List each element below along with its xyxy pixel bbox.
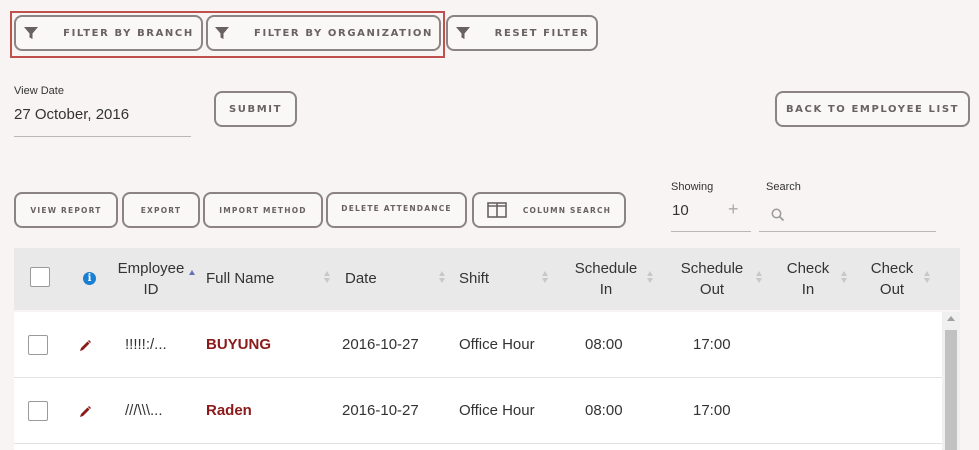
sort-icon[interactable] <box>439 271 445 283</box>
header-date[interactable]: Date <box>345 268 377 289</box>
showing-label: Showing <box>671 181 714 193</box>
table-row[interactable]: ///\\\... Raden 2016-10-27 Office Hour 0… <box>14 378 942 444</box>
schedule-out-cell: 17:00 <box>693 336 731 353</box>
select-all-checkbox[interactable] <box>30 267 50 287</box>
table-row[interactable]: !!!!!:/... BUYUNG 2016-10-27 Office Hour… <box>14 312 942 378</box>
sort-icon[interactable] <box>542 271 548 283</box>
reset-filter-button[interactable]: RESET FILTER <box>446 15 598 51</box>
header-employee-id-line2: ID <box>143 281 159 298</box>
search-icon <box>771 208 785 222</box>
row-checkbox[interactable] <box>28 335 48 355</box>
scrollbar-thumb[interactable] <box>945 330 957 450</box>
employee-id-cell: ///\\\... <box>125 402 163 419</box>
import-method-label: IMPORT METHOD <box>219 205 307 215</box>
date-cell: 2016-10-27 <box>342 336 419 353</box>
showing-underline <box>671 231 751 232</box>
date-cell: 2016-10-27 <box>342 402 419 419</box>
header-schedule-in-line2: In <box>599 281 613 298</box>
view-date-label: View Date <box>14 85 64 97</box>
employee-id-cell: !!!!!:/... <box>125 336 167 353</box>
submit-button[interactable]: SUBMIT <box>214 91 297 127</box>
sort-icon[interactable] <box>841 271 847 283</box>
export-label: EXPORT <box>140 205 182 215</box>
import-method-button[interactable]: IMPORT METHOD <box>203 192 323 228</box>
sort-asc-icon[interactable] <box>189 270 195 282</box>
submit-label: SUBMIT <box>228 103 283 115</box>
header-check-out[interactable]: Check Out <box>861 258 923 300</box>
header-schedule-out-line1: Schedule <box>680 260 744 277</box>
full-name-link[interactable]: BUYUNG <box>206 336 271 353</box>
header-schedule-out[interactable]: Schedule Out <box>672 258 752 300</box>
schedule-in-cell: 08:00 <box>585 336 623 353</box>
sort-icon[interactable] <box>756 271 762 283</box>
header-check-in-line1: Check <box>786 260 830 277</box>
column-search-button[interactable]: COLUMN SEARCH <box>472 192 626 228</box>
filter-icon <box>455 27 470 39</box>
filter-highlight-box <box>10 11 445 58</box>
reset-filter-label: RESET FILTER <box>494 27 590 39</box>
search-label: Search <box>766 181 801 193</box>
header-employee-id-line1: Employee <box>117 260 185 277</box>
shift-cell: Office Hour <box>459 336 535 353</box>
search-input[interactable] <box>759 231 936 232</box>
table-header: i Employee ID Full Name Date Shift Sched… <box>14 248 960 310</box>
header-schedule-in-line1: Schedule <box>574 260 638 277</box>
header-full-name[interactable]: Full Name <box>206 268 274 289</box>
header-check-out-line2: Out <box>879 281 905 298</box>
header-shift[interactable]: Shift <box>459 268 489 289</box>
view-date-input[interactable]: 27 October, 2016 <box>14 106 129 123</box>
plus-icon[interactable]: + <box>728 199 739 220</box>
sort-icon[interactable] <box>924 271 930 283</box>
column-search-label: COLUMN SEARCH <box>522 205 612 215</box>
edit-pencil-icon[interactable] <box>78 405 92 419</box>
showing-select[interactable]: 10 <box>672 202 689 219</box>
header-check-out-line1: Check <box>870 260 914 277</box>
view-report-label: VIEW REPORT <box>30 205 102 215</box>
delete-attendance-label: DELETE ATTENDANCE <box>341 204 452 213</box>
info-icon[interactable]: i <box>83 272 96 285</box>
header-employee-id[interactable]: Employee ID <box>114 258 188 300</box>
row-checkbox[interactable] <box>28 401 48 421</box>
full-name-link[interactable]: Raden <box>206 402 252 419</box>
edit-pencil-icon[interactable] <box>78 339 92 353</box>
shift-cell: Office Hour <box>459 402 535 419</box>
columns-icon <box>487 202 507 218</box>
header-check-in-line2: In <box>801 281 815 298</box>
schedule-in-cell: 08:00 <box>585 402 623 419</box>
export-button[interactable]: EXPORT <box>122 192 200 228</box>
back-to-employee-list-button[interactable]: BACK TO EMPLOYEE LIST <box>775 91 970 127</box>
header-schedule-out-line2: Out <box>699 281 725 298</box>
header-schedule-in[interactable]: Schedule In <box>566 258 646 300</box>
header-check-in[interactable]: Check In <box>777 258 839 300</box>
back-to-employee-list-label: BACK TO EMPLOYEE LIST <box>785 103 960 115</box>
sort-icon[interactable] <box>647 271 653 283</box>
scroll-up-arrow-icon[interactable] <box>947 316 955 321</box>
schedule-out-cell: 17:00 <box>693 402 731 419</box>
view-report-button[interactable]: VIEW REPORT <box>14 192 118 228</box>
table-body: !!!!!:/... BUYUNG 2016-10-27 Office Hour… <box>14 312 942 450</box>
sort-icon[interactable] <box>324 271 330 283</box>
view-date-underline <box>14 136 191 137</box>
delete-attendance-button[interactable]: DELETE ATTENDANCE <box>326 192 467 228</box>
